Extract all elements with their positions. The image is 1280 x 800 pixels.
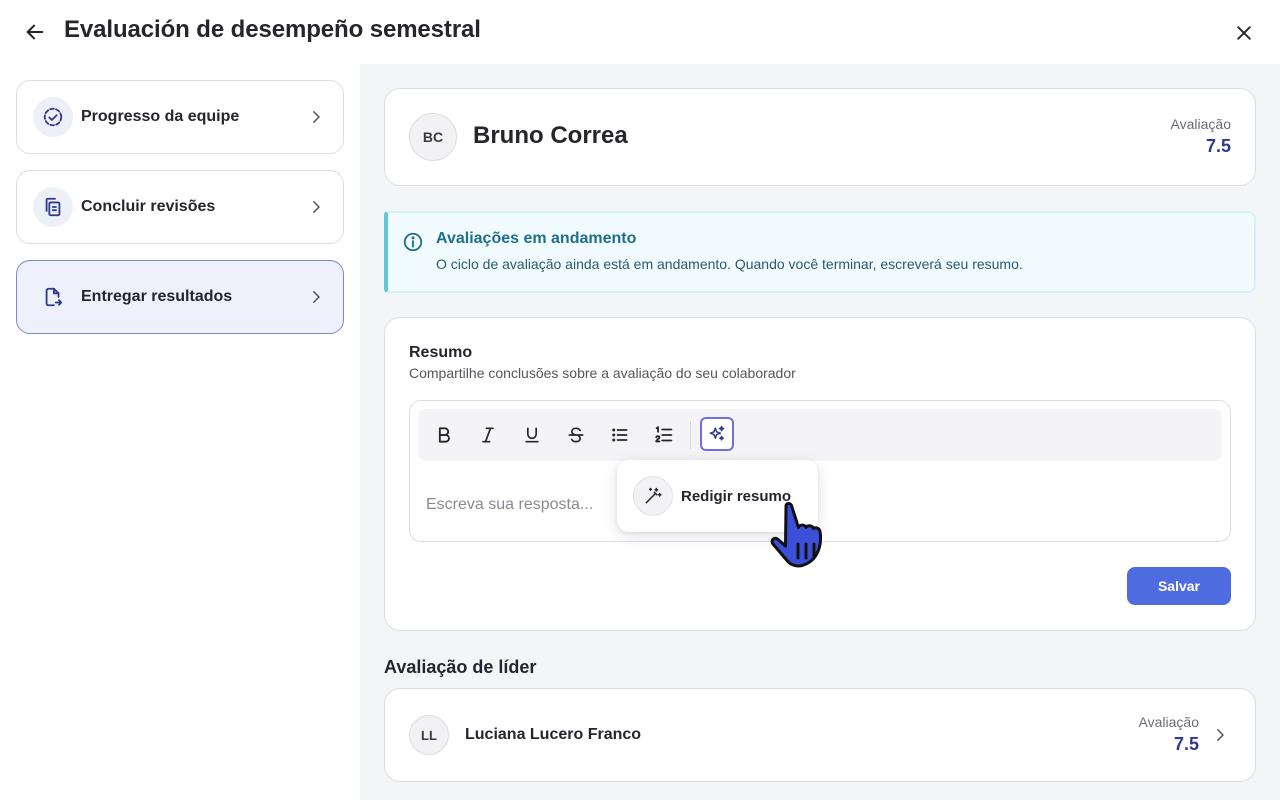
page-title: Evaluación de desempeño semestral xyxy=(64,16,481,43)
numbered-list-button[interactable] xyxy=(650,421,678,449)
bold-button[interactable] xyxy=(430,421,458,449)
rich-text-editor[interactable]: Escreva sua resposta... xyxy=(409,400,1231,542)
sidebar-item-complete-reviews[interactable]: Concluir revisões xyxy=(16,170,344,244)
menu-item-label: Redigir resumo xyxy=(681,487,792,505)
chevron-right-icon xyxy=(313,291,320,303)
chevron-right-icon xyxy=(1217,729,1224,741)
copy-documents-icon xyxy=(33,187,73,227)
employee-card: BC Bruno Correa Avaliação 7.5 xyxy=(384,88,1256,186)
close-button[interactable] xyxy=(1230,19,1258,47)
bullet-list-icon xyxy=(612,428,628,442)
draft-summary-menu-item[interactable]: Redigir resumo xyxy=(633,476,791,516)
sidebar: Progresso da equipe Concluir revisões En… xyxy=(0,64,360,800)
info-alert: Avaliações em andamento O ciclo de avali… xyxy=(384,211,1256,293)
avatar: LL xyxy=(409,715,449,755)
summary-card: Resumo Compartilhe conclusões sobre a av… xyxy=(384,317,1256,631)
rating-value: 7.5 xyxy=(1205,136,1231,156)
sparkles-icon xyxy=(709,425,725,441)
italic-icon xyxy=(482,427,494,443)
summary-title: Resumo xyxy=(409,344,473,361)
sidebar-item-deliver-results[interactable]: Entregar resultados xyxy=(16,260,344,334)
sidebar-item-team-progress[interactable]: Progresso da equipe xyxy=(16,80,344,154)
back-button[interactable] xyxy=(22,19,48,45)
progress-check-icon xyxy=(33,97,73,137)
underline-icon xyxy=(525,427,539,443)
alert-title: Avaliações em andamento xyxy=(436,230,637,247)
numbered-list-icon xyxy=(655,426,673,443)
main-panel: BC Bruno Correa Avaliação 7.5 Avaliações… xyxy=(360,64,1280,800)
rating-label: Avaliação xyxy=(1138,714,1199,730)
sidebar-item-label: Entregar resultados xyxy=(81,288,233,305)
top-bar: Evaluación de desempeño semestral xyxy=(0,0,1280,64)
chevron-right-icon xyxy=(313,201,320,213)
rating-value: 7.5 xyxy=(1173,734,1199,754)
chevron-right-icon xyxy=(313,111,320,123)
avatar: BC xyxy=(409,113,457,161)
strikethrough-icon xyxy=(568,427,584,443)
file-export-icon xyxy=(33,277,73,317)
section-title-leader-review: Avaliação de líder xyxy=(384,657,537,677)
toolbar-divider xyxy=(690,421,691,449)
underline-button[interactable] xyxy=(518,421,546,449)
editor-toolbar xyxy=(418,409,1222,461)
info-icon xyxy=(403,232,423,252)
alert-text: O ciclo de avaliação ainda está em andam… xyxy=(436,256,1023,272)
magic-wand-icon xyxy=(633,476,673,516)
ai-assist-button[interactable] xyxy=(700,417,734,451)
summary-subtitle: Compartilhe conclusões sobre a avaliação… xyxy=(409,365,796,381)
employee-rating: Avaliação 7.5 xyxy=(1171,116,1231,157)
sidebar-item-label: Progresso da equipe xyxy=(81,108,240,125)
leader-rating: Avaliação 7.5 xyxy=(1139,714,1199,755)
strikethrough-button[interactable] xyxy=(562,421,590,449)
editor-placeholder: Escreva sua resposta... xyxy=(426,496,594,513)
close-icon xyxy=(1237,26,1251,40)
leader-name: Luciana Lucero Franco xyxy=(465,726,642,743)
employee-name: Bruno Correa xyxy=(473,122,628,149)
save-button[interactable]: Salvar xyxy=(1127,567,1231,605)
ai-dropdown-menu: Redigir resumo xyxy=(617,460,818,532)
bold-icon xyxy=(438,427,450,443)
sidebar-item-label: Concluir revisões xyxy=(81,198,216,215)
leader-review-card[interactable]: LL Luciana Lucero Franco Avaliação 7.5 xyxy=(384,688,1256,782)
italic-button[interactable] xyxy=(474,421,502,449)
arrow-left-icon xyxy=(26,24,44,40)
rating-label: Avaliação xyxy=(1170,116,1231,132)
bullet-list-button[interactable] xyxy=(606,421,634,449)
